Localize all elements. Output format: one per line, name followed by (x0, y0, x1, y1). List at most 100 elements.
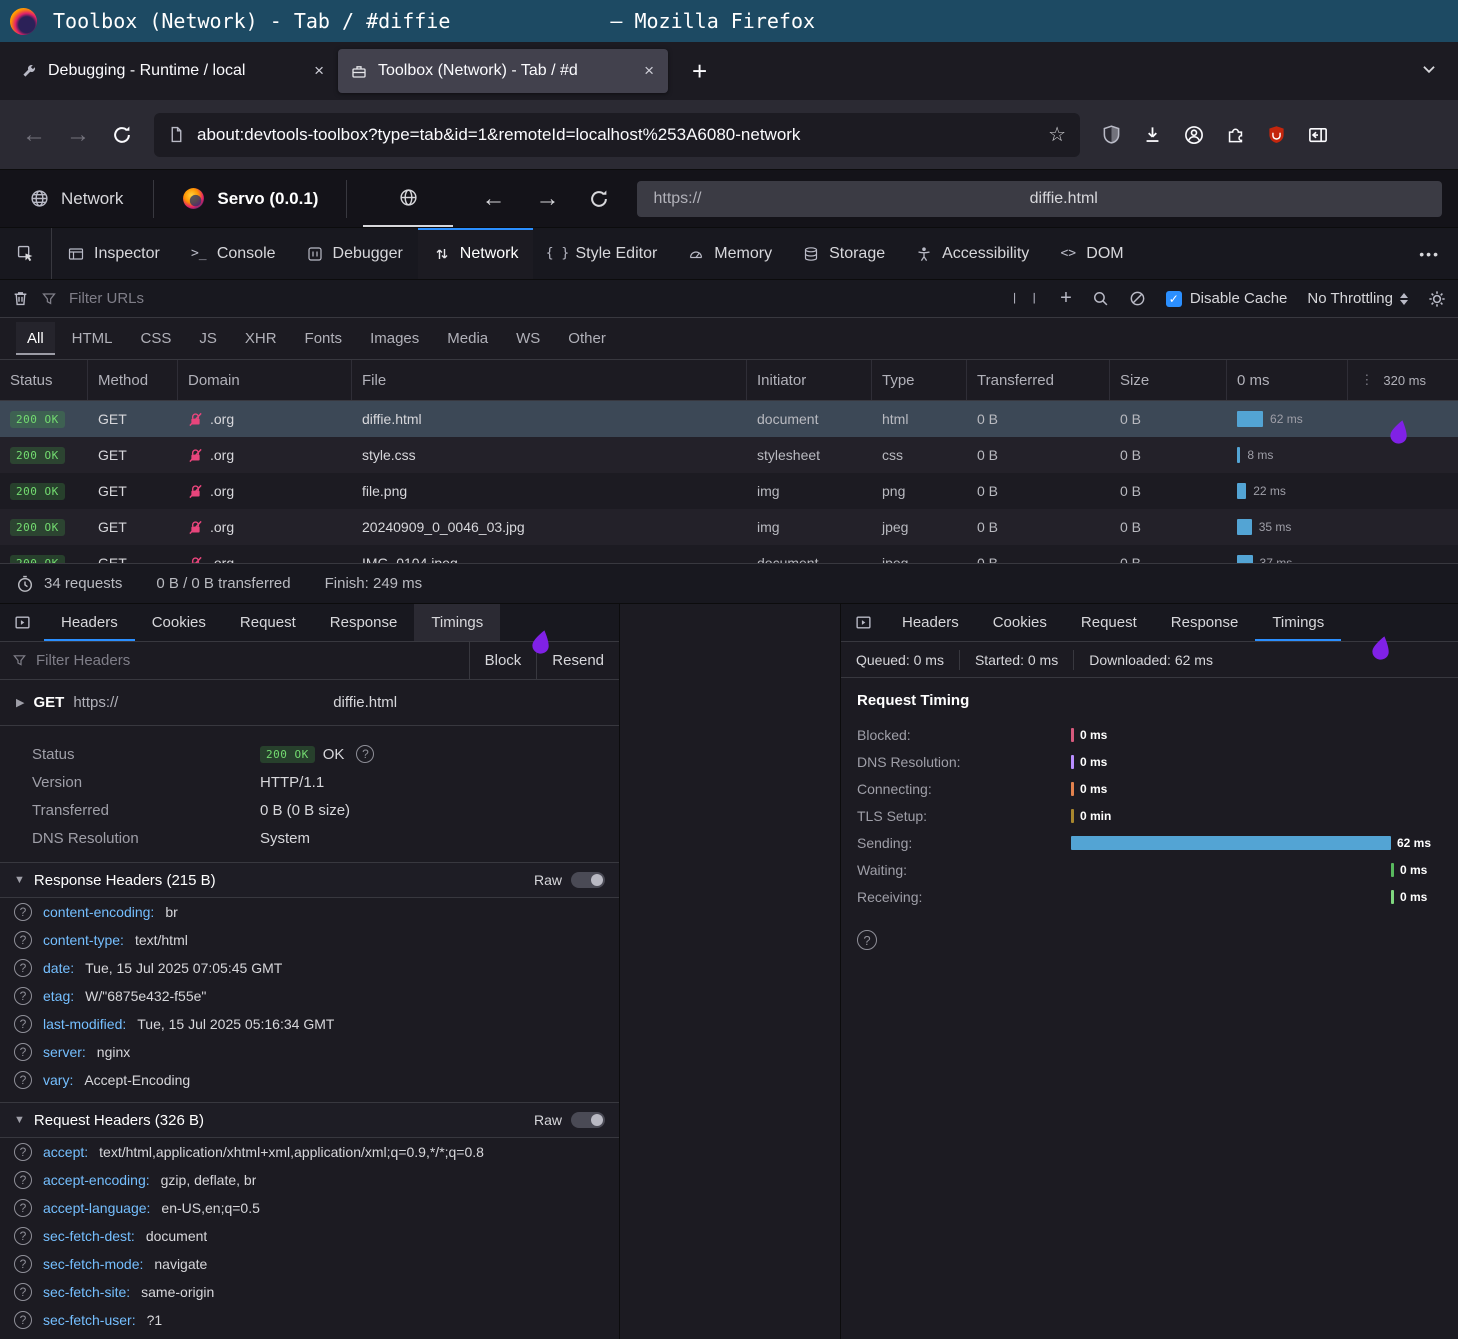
account-icon[interactable] (1184, 125, 1204, 145)
tab-inspector[interactable]: Inspector (52, 228, 175, 279)
request-row-img0104[interactable]: 200 OK GET .org IMG_0104.jpeg document j… (0, 545, 1458, 563)
column-header-size[interactable]: Size (1110, 360, 1227, 400)
help-icon[interactable]: ? (14, 1043, 32, 1061)
filter-headers-input[interactable] (36, 652, 460, 669)
performance-clock-icon[interactable] (16, 575, 34, 593)
block-request-icon[interactable] (1129, 290, 1146, 307)
download-icon[interactable] (1143, 125, 1162, 144)
disclosure-triangle-icon[interactable]: ▼ (14, 1114, 25, 1126)
tab-headers[interactable]: Headers (44, 604, 135, 641)
request-row-jpg[interactable]: 200 OK GET .org 20240909_0_0046_03.jpg i… (0, 509, 1458, 545)
extensions-icon[interactable] (1226, 125, 1245, 144)
header-item[interactable]: ?vary:Accept-Encoding (0, 1066, 619, 1094)
column-header-initiator[interactable]: Initiator (747, 360, 872, 400)
tab-timings[interactable]: Timings (1255, 604, 1341, 641)
filter-tab-css[interactable]: CSS (130, 322, 183, 355)
header-item[interactable]: ?accept-language:en-US,en;q=0.5 (0, 1194, 619, 1222)
disable-cache-checkbox[interactable]: ✓ Disable Cache (1166, 290, 1288, 307)
header-item[interactable]: ?sec-fetch-mode:navigate (0, 1250, 619, 1278)
search-icon[interactable] (1092, 290, 1109, 307)
back-button[interactable]: ← (14, 121, 54, 149)
help-icon[interactable]: ? (14, 903, 32, 921)
tab-headers[interactable]: Headers (885, 604, 976, 641)
help-icon[interactable]: ? (14, 1311, 32, 1329)
request-row-filepng[interactable]: 200 OK GET .org file.png img png 0 B 0 B… (0, 473, 1458, 509)
new-tab-button[interactable]: + (684, 56, 715, 87)
tab-style-editor[interactable]: { } Style Editor (533, 228, 672, 279)
toolbox-forward-button[interactable]: → (535, 185, 559, 213)
help-icon[interactable]: ? (14, 931, 32, 949)
tab-request[interactable]: Request (223, 604, 313, 641)
tab-debugger[interactable]: Debugger (291, 228, 418, 279)
browser-tab-debugging[interactable]: Debugging - Runtime / local × (8, 49, 338, 93)
header-item[interactable]: ?sec-fetch-user:?1 (0, 1306, 619, 1334)
tab-memory[interactable]: Memory (672, 228, 787, 279)
header-item[interactable]: ?date:Tue, 15 Jul 2025 07:05:45 GMT (0, 954, 619, 982)
help-icon[interactable]: ? (14, 1227, 32, 1245)
tab-response[interactable]: Response (1154, 604, 1256, 641)
filter-tab-all[interactable]: All (16, 322, 55, 355)
list-all-tabs-icon[interactable] (1420, 60, 1438, 78)
raw-toggle[interactable] (571, 872, 605, 888)
tab-request[interactable]: Request (1064, 604, 1154, 641)
column-header-status[interactable]: Status (0, 360, 88, 400)
browser-tab-toolbox[interactable]: Toolbox (Network) - Tab / #d × (338, 49, 668, 93)
request-row-style[interactable]: 200 OK GET .org style.css stylesheet css… (0, 437, 1458, 473)
help-icon[interactable]: ? (14, 1071, 32, 1089)
privacy-shield-icon[interactable] (1102, 125, 1121, 144)
tab-cookies[interactable]: Cookies (135, 604, 223, 641)
column-header-type[interactable]: Type (872, 360, 967, 400)
filter-tab-media[interactable]: Media (436, 322, 499, 355)
help-icon[interactable]: ? (14, 1143, 32, 1161)
new-request-icon[interactable]: + (1060, 287, 1072, 310)
header-item[interactable]: ?content-encoding:br (0, 898, 619, 926)
tab-response[interactable]: Response (313, 604, 415, 641)
frame-tab[interactable] (363, 170, 453, 227)
disclosure-triangle-icon[interactable]: ▼ (14, 874, 25, 886)
ublock-icon[interactable] (1267, 125, 1286, 144)
column-header-method[interactable]: Method (88, 360, 178, 400)
filter-urls-input[interactable] (69, 290, 999, 307)
clear-requests-icon[interactable] (12, 290, 29, 307)
header-item[interactable]: ?accept:text/html,application/xhtml+xml,… (0, 1138, 619, 1166)
request-row-diffie[interactable]: 200 OK GET .org diffie.html document htm… (0, 401, 1458, 437)
block-button[interactable]: Block (469, 642, 537, 679)
toggle-details-pane-icon[interactable] (0, 604, 44, 641)
request-headers-section[interactable]: ▼ Request Headers (326 B) Raw (0, 1102, 619, 1138)
column-header-domain[interactable]: Domain (178, 360, 352, 400)
filter-tab-other[interactable]: Other (557, 322, 617, 355)
help-icon[interactable]: ? (14, 1255, 32, 1273)
tab-cookies[interactable]: Cookies (976, 604, 1064, 641)
toolbox-back-button[interactable]: ← (481, 185, 505, 213)
filter-tab-images[interactable]: Images (359, 322, 430, 355)
throttling-select[interactable]: No Throttling (1307, 290, 1408, 307)
reload-button[interactable] (102, 125, 142, 145)
response-headers-section[interactable]: ▼ Response Headers (215 B) Raw (0, 862, 619, 898)
column-header-transferred[interactable]: Transferred (967, 360, 1110, 400)
toggle-details-pane-icon[interactable] (841, 604, 885, 641)
filter-tab-xhr[interactable]: XHR (234, 322, 288, 355)
filter-tab-js[interactable]: JS (188, 322, 228, 355)
help-icon[interactable]: ? (14, 959, 32, 977)
help-icon[interactable]: ? (14, 1171, 32, 1189)
pick-element-icon[interactable] (0, 228, 52, 279)
tab-accessibility[interactable]: Accessibility (900, 228, 1044, 279)
disclosure-triangle-icon[interactable]: ▶ (16, 696, 24, 709)
url-bar[interactable]: about:devtools-toolbox?type=tab&id=1&rem… (154, 113, 1080, 157)
column-menu-icon[interactable]: ⋮ (1360, 372, 1373, 388)
help-icon[interactable]: ? (857, 930, 877, 950)
filter-tab-fonts[interactable]: Fonts (294, 322, 354, 355)
filter-tab-ws[interactable]: WS (505, 322, 551, 355)
header-item[interactable]: ?content-type:text/html (0, 926, 619, 954)
devtools-overflow-menu-icon[interactable]: ••• (1401, 228, 1458, 279)
request-summary-line[interactable]: ▶ GET https:// diffie.html (0, 680, 619, 726)
tab-timings[interactable]: Timings (414, 604, 500, 641)
help-icon[interactable]: ? (14, 1199, 32, 1217)
help-icon[interactable]: ? (14, 1283, 32, 1301)
checkbox-checked-icon[interactable]: ✓ (1166, 291, 1182, 307)
pause-traffic-icon[interactable]: ❘ ❘ (1011, 291, 1040, 306)
bookmark-star-icon[interactable]: ☆ (1048, 122, 1066, 147)
close-tab-icon[interactable]: × (642, 61, 656, 81)
forward-button[interactable]: → (58, 121, 98, 149)
column-header-waterfall[interactable]: 0 ms ⋮320 ms (1227, 360, 1458, 400)
